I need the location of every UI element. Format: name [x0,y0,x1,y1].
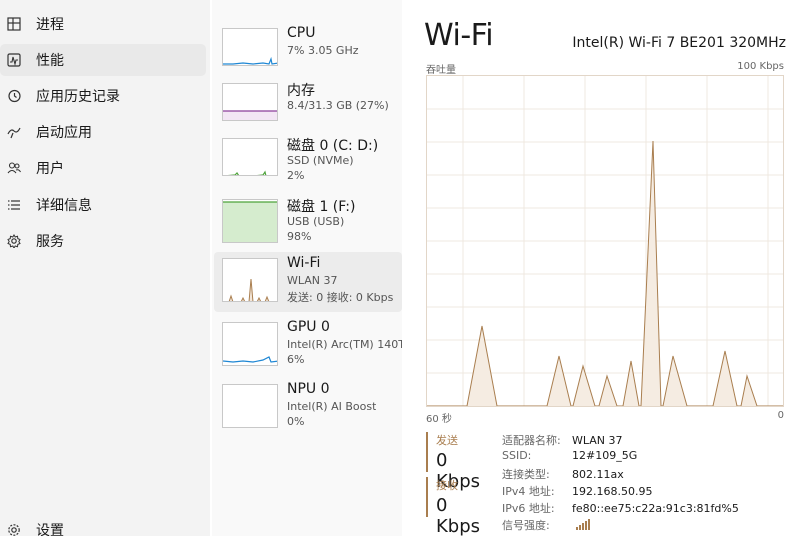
resource-item-npu[interactable]: NPU 0 Intel(R) AI Boost 0% [214,378,402,436]
graph-max-label: 100 Kbps [737,61,784,72]
processes-icon [6,16,22,32]
gpu-thumbnail-graph [222,322,278,366]
resource-usage: 2% [287,169,305,182]
receive-stat: 接收 0 Kbps [426,477,496,536]
resource-usage: 0% [287,415,305,428]
resource-name: CPU [287,25,316,41]
send-stat: 发送 0 Kbps [426,432,496,492]
info-ipv4: IPv4 地址: 192.168.50.95 [502,485,653,498]
resource-item-gpu[interactable]: GPU 0 Intel(R) Arc(TM) 140T... 6% [214,316,403,374]
npu-thumbnail-graph [222,384,278,428]
signal-strength-icon [575,519,590,533]
detail-panel: Wi-Fi Intel(R) Wi-Fi 7 BE201 320MHz 吞吐量 … [402,0,800,536]
resource-usage: 发送: 0 接收: 0 Kbps [287,291,394,304]
nav-item-performance[interactable]: 性能 [0,44,206,76]
nav-item-label: 性能 [36,53,64,69]
resource-item-disk0[interactable]: 磁盘 0 (C: D:) SSD (NVMe) 2% [214,132,402,190]
resource-name: Wi-Fi [287,255,321,271]
nav-item-startup-apps[interactable]: 启动应用 [0,116,206,148]
nav-item-label: 应用历史记录 [36,89,120,105]
nav-item-app-history[interactable]: 应用历史记录 [0,80,206,112]
gear-icon [6,522,22,536]
nav-item-label: 服务 [36,234,64,250]
resource-name: GPU 0 [287,319,330,335]
nav-item-label: 进程 [36,17,64,33]
resource-item-disk1[interactable]: 磁盘 1 (F:) USB (USB) 98% [214,193,402,251]
disk0-thumbnail-graph [222,138,278,176]
throughput-graph-svg [427,76,783,407]
left-navigation: 进程 性能 应用历史记录 启动应用 用户 详细信息 服务 设置 [0,0,210,536]
info-ipv6: IPv6 地址: fe80::ee75:c22a:91c3:81fd%5 [502,502,739,515]
nav-item-label: 用户 [36,161,64,177]
history-icon [6,88,22,104]
details-icon [6,197,22,213]
resource-detail: 8.4/31.3 GB (27%) [287,99,389,112]
nav-item-label: 设置 [36,523,64,536]
receive-label: 接收 [436,479,458,492]
startup-icon [6,124,22,140]
resource-item-cpu[interactable]: CPU 7% 3.05 GHz [214,22,402,80]
resource-item-wifi[interactable]: Wi-Fi WLAN 37 发送: 0 接收: 0 Kbps [214,252,402,312]
performance-icon [6,52,22,68]
users-icon [6,160,22,176]
page-title: Wi-Fi [424,18,494,53]
info-connection-type: 连接类型: 802.11ax [502,468,624,481]
resource-detail: WLAN 37 [287,274,338,287]
nav-item-details[interactable]: 详细信息 [0,189,206,221]
nav-item-settings[interactable]: 设置 [0,514,206,536]
cpu-thumbnail-graph [222,28,278,66]
graph-time-label: 60 秒 [426,414,452,425]
nav-item-users[interactable]: 用户 [0,152,206,184]
disk1-thumbnail-graph [222,199,278,243]
resource-detail: 7% 3.05 GHz [287,44,359,57]
wifi-thumbnail-graph [222,258,278,302]
resource-item-memory[interactable]: 内存 8.4/31.3 GB (27%) [214,77,402,135]
nav-item-label: 详细信息 [36,198,92,214]
resource-list: CPU 7% 3.05 GHz 内存 8.4/31.3 GB (27%) 磁盘 … [212,0,403,536]
resource-name: 内存 [287,83,315,99]
receive-value: 0 Kbps [436,495,481,536]
adapter-name: Intel(R) Wi-Fi 7 BE201 320MHz [572,35,786,51]
resource-detail: Intel(R) AI Boost [287,400,377,413]
resource-name: 磁盘 0 (C: D:) [287,138,379,154]
resource-detail: Intel(R) Arc(TM) 140T... [287,338,403,351]
throughput-graph [426,75,784,407]
services-icon [6,233,22,249]
info-signal-strength: 信号强度: [502,517,590,533]
resource-name: NPU 0 [287,381,330,397]
nav-item-services[interactable]: 服务 [0,225,206,257]
info-ssid: SSID: 12#109_5G [502,449,638,462]
resource-name: 磁盘 1 (F:) [287,199,356,215]
graph-min-label: 0 [777,410,784,421]
resource-detail: SSD (NVMe) [287,154,354,167]
nav-item-label: 启动应用 [36,125,92,141]
info-adapter-name: 适配器名称: WLAN 37 [502,434,623,447]
nav-item-processes[interactable]: 进程 [0,8,206,40]
memory-thumbnail-graph [222,83,278,121]
send-label: 发送 [436,434,458,447]
graph-label: 吞吐量 [426,65,456,76]
resource-usage: 98% [287,230,312,243]
resource-detail: USB (USB) [287,215,345,228]
resource-usage: 6% [287,353,305,366]
